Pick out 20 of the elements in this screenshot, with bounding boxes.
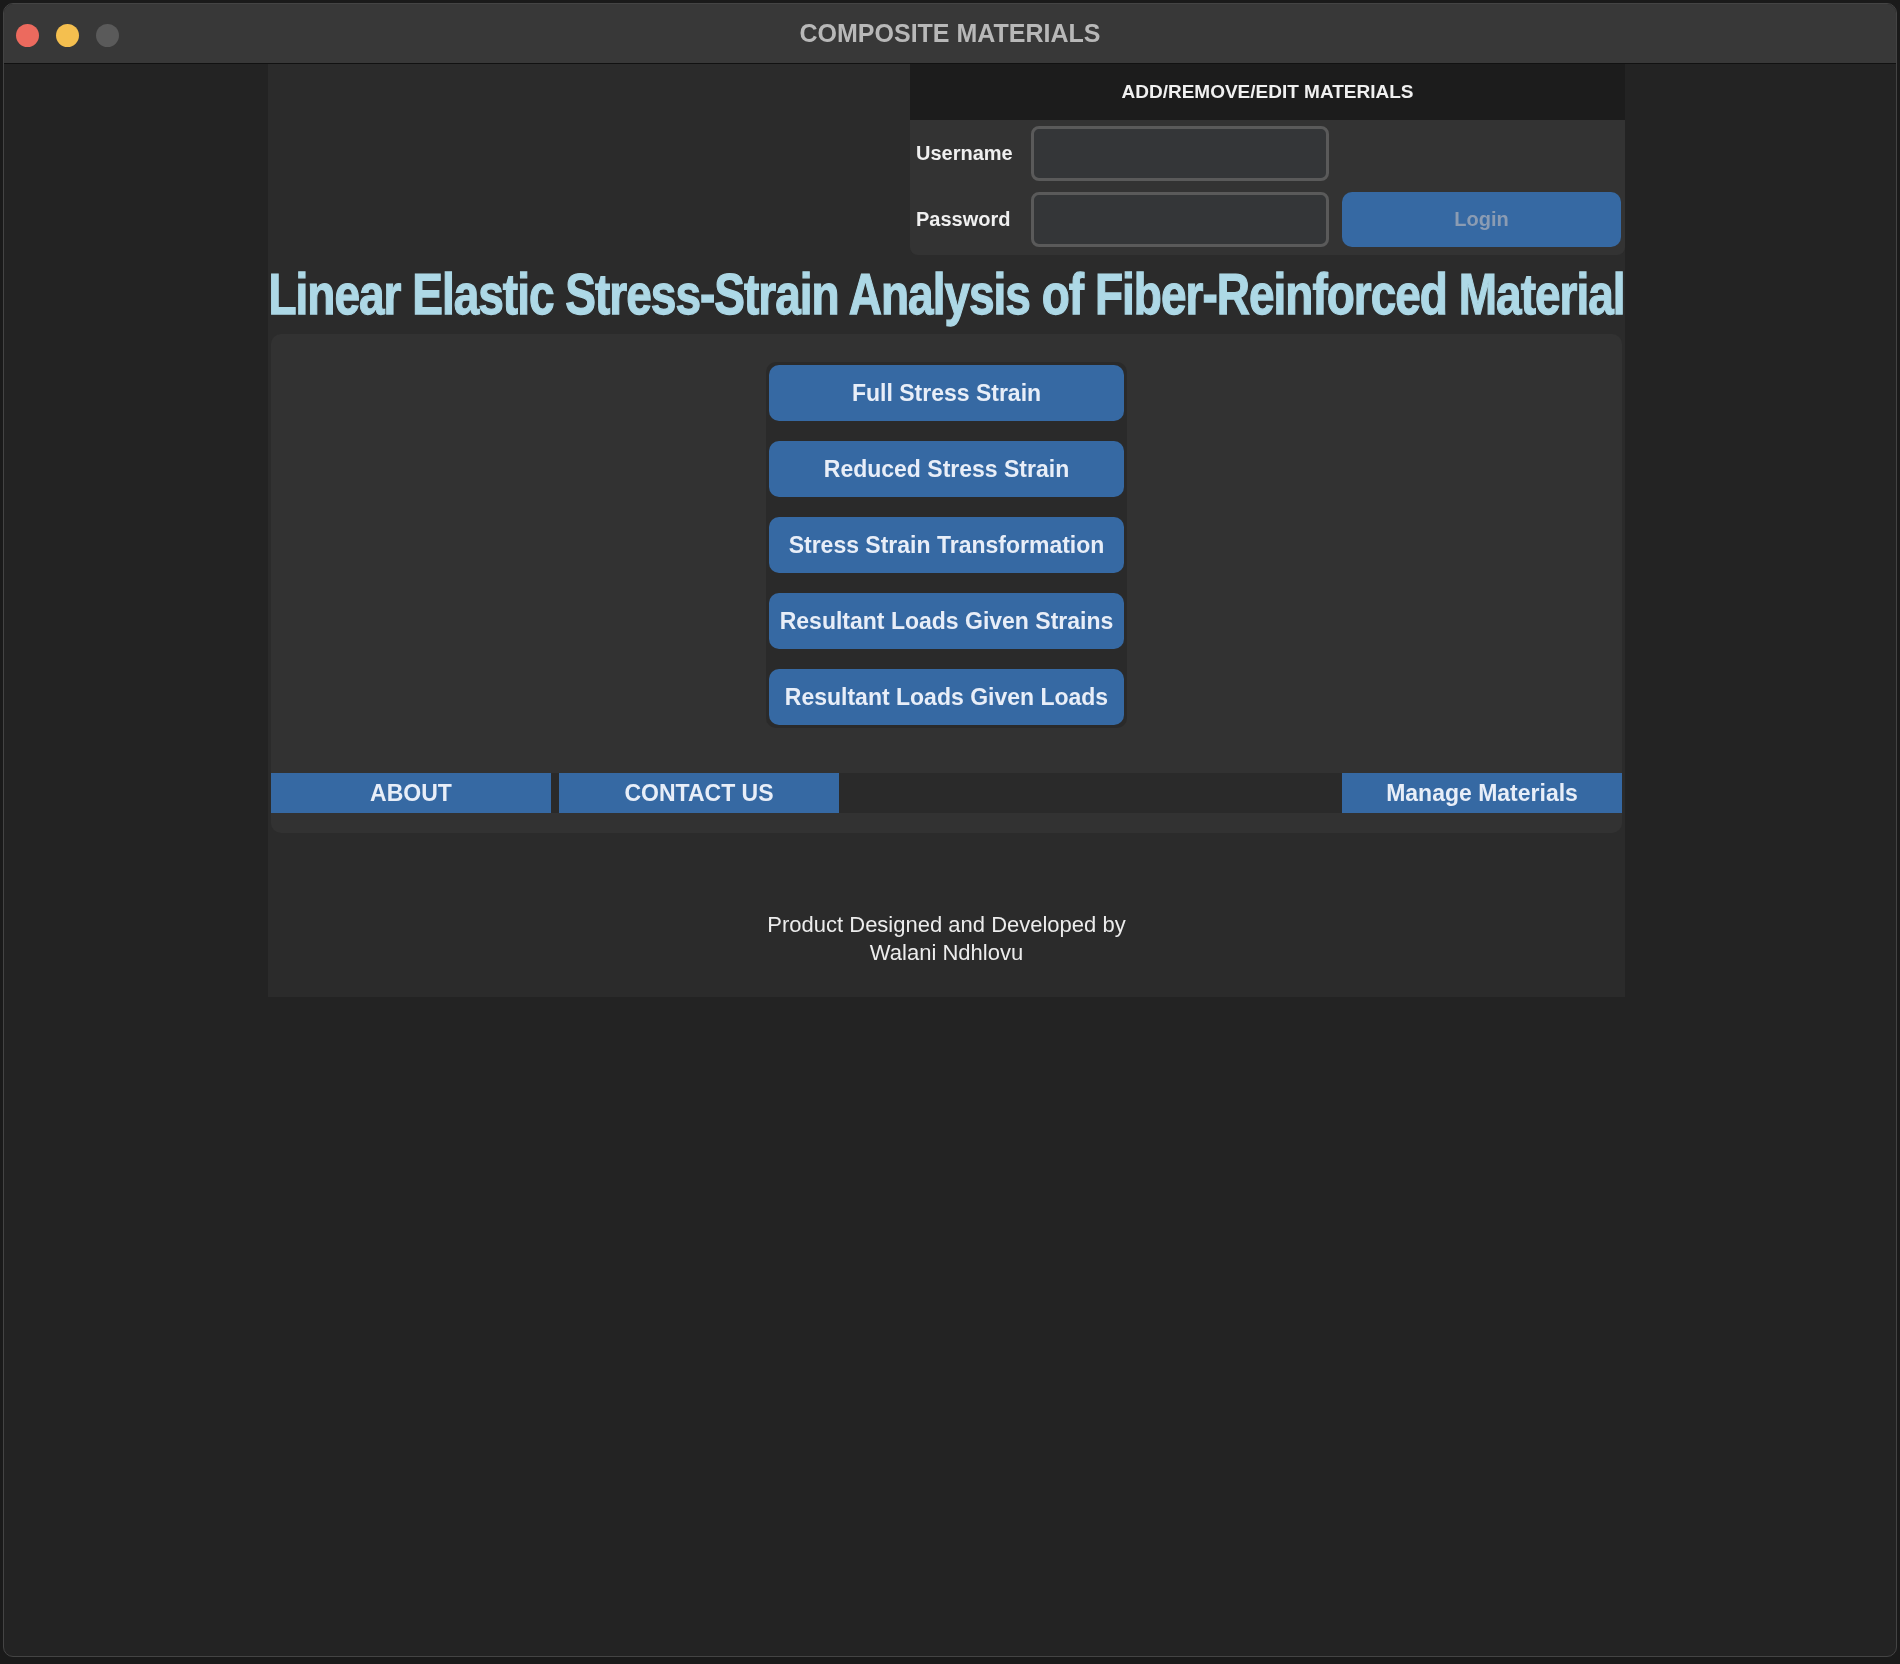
analysis-button[interactable]: Full Stress Strain xyxy=(769,365,1124,421)
minimize-icon[interactable] xyxy=(56,24,79,47)
credit-text: Walani Ndhlovu xyxy=(869,939,1024,967)
close-icon[interactable] xyxy=(16,24,39,47)
analysis-button[interactable]: Resultant Loads Given Strains xyxy=(769,593,1124,649)
input-field[interactable] xyxy=(1031,191,1329,247)
analysis-button[interactable]: Resultant Loads Given Loads xyxy=(769,669,1124,725)
input-field[interactable] xyxy=(1031,125,1329,181)
window-title: COMPOSITE MATERIALS xyxy=(799,17,1101,49)
analysis-button[interactable]: Reduced Stress Strain xyxy=(769,441,1124,497)
field-label: Password xyxy=(916,207,1012,232)
manage-materials-button[interactable]: Manage Materials xyxy=(1342,773,1622,813)
zoom-icon[interactable] xyxy=(96,24,119,47)
headline: Linear Elastic Stress-Strain Analysis of Fiber-Reinforced Material xyxy=(268,260,1625,329)
field-label: Username xyxy=(916,141,1014,166)
credit-text: Product Designed and Developed by xyxy=(767,911,1126,939)
panel-heading: ADD/REMOVE/EDIT MATERIALS xyxy=(1121,79,1414,104)
nav-button[interactable]: CONTACT US xyxy=(559,773,839,813)
nav-button[interactable]: ABOUT xyxy=(271,773,551,813)
analysis-button[interactable]: Stress Strain Transformation xyxy=(769,517,1124,573)
